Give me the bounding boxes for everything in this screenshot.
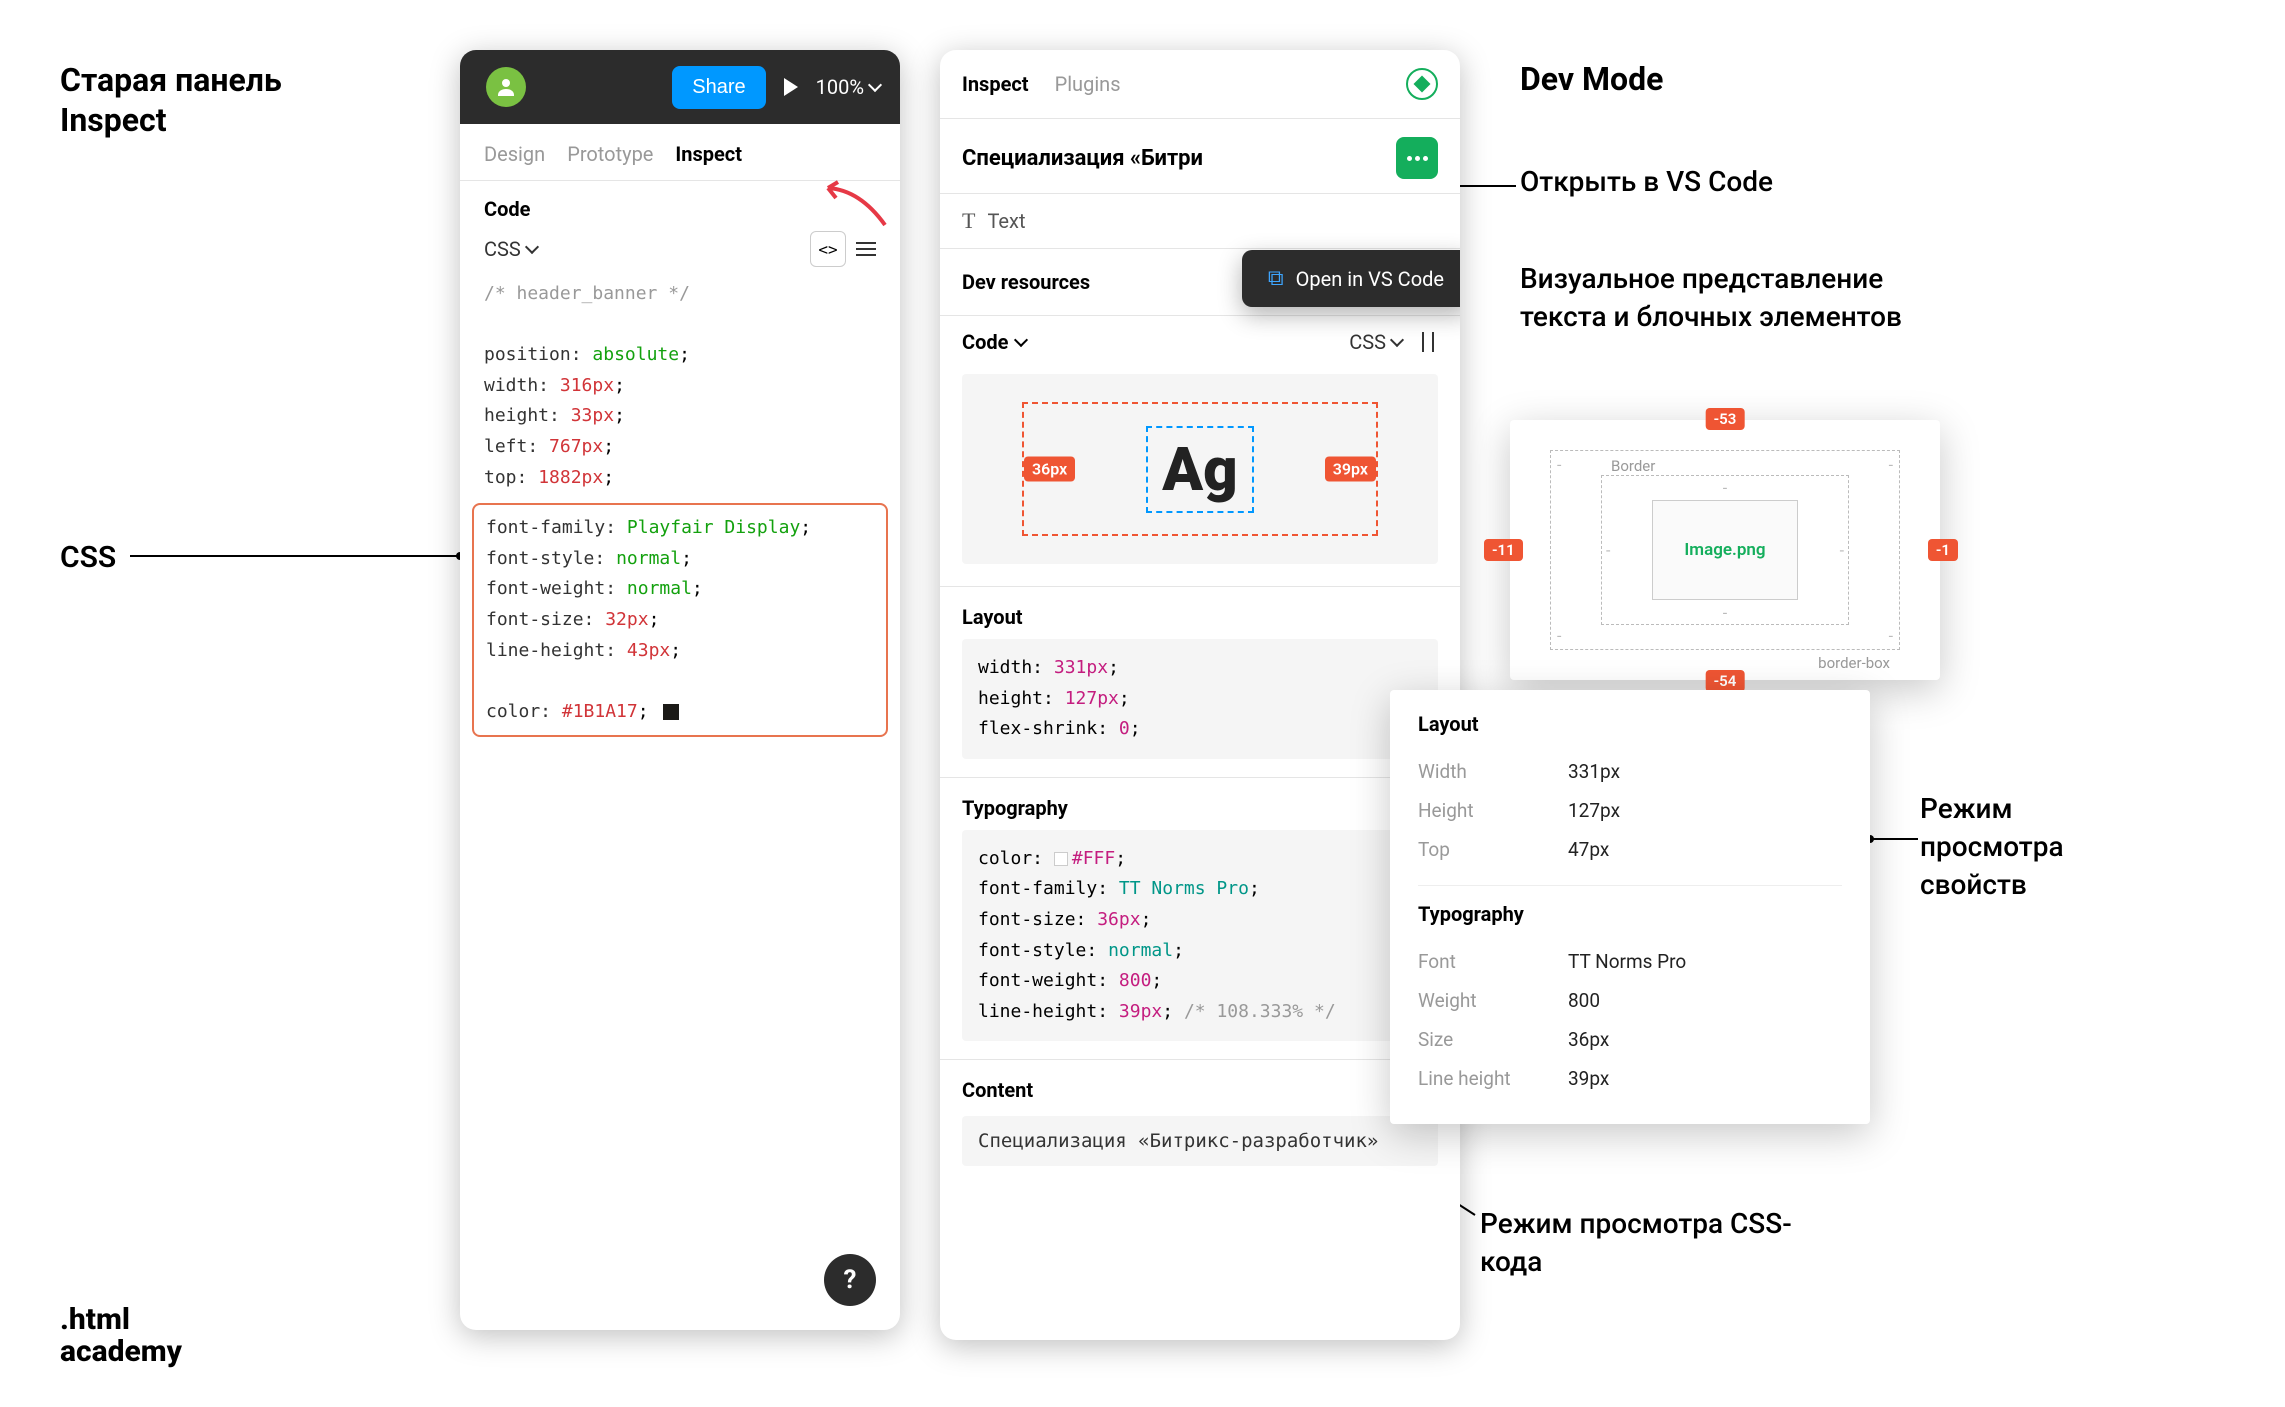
- text-icon: T: [962, 208, 975, 234]
- content-value: Специализация «Битрикс-разработчик»: [962, 1116, 1438, 1166]
- annotation-props-mode: Режим просмотра свойств: [1920, 790, 2064, 903]
- list-view-icon[interactable]: [856, 242, 876, 256]
- tab-plugins[interactable]: Plugins: [1055, 72, 1121, 96]
- annotation-arrow: [820, 180, 890, 230]
- code-lang-dropdown[interactable]: CSS: [1349, 330, 1402, 354]
- css-code-block: /* header_banner */ position: absolute; …: [460, 275, 900, 767]
- play-icon[interactable]: [784, 78, 798, 96]
- panel-tabs: Design Prototype Inspect: [460, 124, 900, 181]
- dimension-right: 39px: [1325, 457, 1376, 482]
- code-section-title: Code: [484, 197, 876, 221]
- annotation-open-vscode: Открыть в VS Code: [1520, 165, 1773, 198]
- htmlacademy-logo: .html academy: [60, 1304, 182, 1367]
- prop-row: Weight800: [1418, 981, 1842, 1020]
- prop-row: Top47px: [1418, 830, 1842, 869]
- border-label: Border: [1611, 457, 1655, 475]
- vscode-icon: ⧉: [1268, 266, 1284, 291]
- devmode-tabs: Inspect Plugins: [940, 50, 1460, 119]
- code-section-label[interactable]: Code: [962, 330, 1026, 354]
- language-dropdown[interactable]: CSS: [484, 237, 537, 261]
- dimension-left: 36px: [1024, 457, 1075, 482]
- prop-row: Width331px: [1418, 752, 1842, 791]
- devmode-badge-icon[interactable]: [1406, 68, 1438, 100]
- annotation-css-line: [130, 555, 460, 557]
- dev-resources-title: Dev resources: [962, 270, 1090, 294]
- highlighted-css: font-family: Playfair Display; font-styl…: [472, 503, 888, 737]
- more-menu-button[interactable]: [1396, 137, 1438, 179]
- margin-left-value: -11: [1484, 539, 1523, 561]
- properties-card: Layout Width331px Height127px Top47px Ty…: [1390, 690, 1870, 1124]
- annotation-old-panel: Старая панель Inspect: [60, 60, 282, 140]
- annotation-css-mode: Режим просмотра CSS- кода: [1480, 1205, 1792, 1281]
- margin-top-value: -53: [1706, 408, 1745, 430]
- tab-design[interactable]: Design: [484, 142, 545, 166]
- share-button[interactable]: Share: [672, 66, 765, 109]
- typography-preview: 36px Ag 39px: [962, 374, 1438, 564]
- ag-sample: Ag: [1162, 434, 1237, 505]
- code-view-icon[interactable]: <>: [810, 231, 846, 267]
- chevron-down-icon: [1014, 333, 1028, 347]
- annotation-css: CSS: [60, 540, 116, 575]
- tab-inspect[interactable]: Inspect: [675, 142, 742, 166]
- layer-type-row: T Text: [940, 194, 1460, 249]
- chevron-down-icon: [1390, 333, 1404, 347]
- box-sizing-label: border-box: [1818, 654, 1890, 672]
- open-vscode-popup[interactable]: ⧉ Open in VS Code: [1242, 250, 1460, 307]
- propcard-layout-title: Layout: [1418, 712, 1842, 736]
- layout-title: Layout: [940, 587, 1460, 639]
- typography-title: Typography: [940, 778, 1460, 830]
- code-settings-icon[interactable]: [1418, 332, 1438, 352]
- toolbar: Share 100%: [460, 50, 900, 124]
- selection-title: Специализация «Битри: [962, 146, 1203, 171]
- prop-row: Size36px: [1418, 1020, 1842, 1059]
- margin-right-value: -1: [1928, 539, 1958, 561]
- color-swatch: [1054, 852, 1068, 866]
- tab-prototype[interactable]: Prototype: [567, 142, 653, 166]
- devmode-panel: Inspect Plugins Специализация «Битри ⧉ O…: [940, 50, 1460, 1340]
- connector-line: [1870, 838, 1918, 840]
- chevron-down-icon: [868, 78, 882, 92]
- annotation-visual-repr: Визуальное представление текста и блочны…: [1520, 260, 1902, 336]
- box-model-content: Image.png: [1652, 500, 1798, 600]
- zoom-dropdown[interactable]: 100%: [816, 75, 880, 99]
- box-model-card: -53 -54 -11 -1 Border - - - - - - - - Im…: [1510, 420, 1940, 680]
- prop-row: Height127px: [1418, 791, 1842, 830]
- color-swatch: [663, 704, 679, 720]
- layout-code: width: 331px; height: 127px; flex-shrink…: [962, 639, 1438, 759]
- prop-row: Line height39px: [1418, 1059, 1842, 1098]
- annotation-devmode: Dev Mode: [1520, 60, 1663, 98]
- chevron-down-icon: [525, 240, 539, 254]
- propcard-typo-title: Typography: [1418, 902, 1842, 926]
- connector-line: [1460, 185, 1516, 187]
- old-inspect-panel: Share 100% Design Prototype Inspect Code…: [460, 50, 900, 1330]
- margin-bottom-value: -54: [1706, 670, 1745, 692]
- typography-code: color: #FFF; font-family: TT Norms Pro; …: [962, 830, 1438, 1042]
- avatar[interactable]: [486, 67, 526, 107]
- prop-row: FontTT Norms Pro: [1418, 942, 1842, 981]
- tab-inspect[interactable]: Inspect: [962, 72, 1029, 96]
- content-title: Content: [940, 1060, 1460, 1112]
- help-button[interactable]: ?: [824, 1254, 876, 1306]
